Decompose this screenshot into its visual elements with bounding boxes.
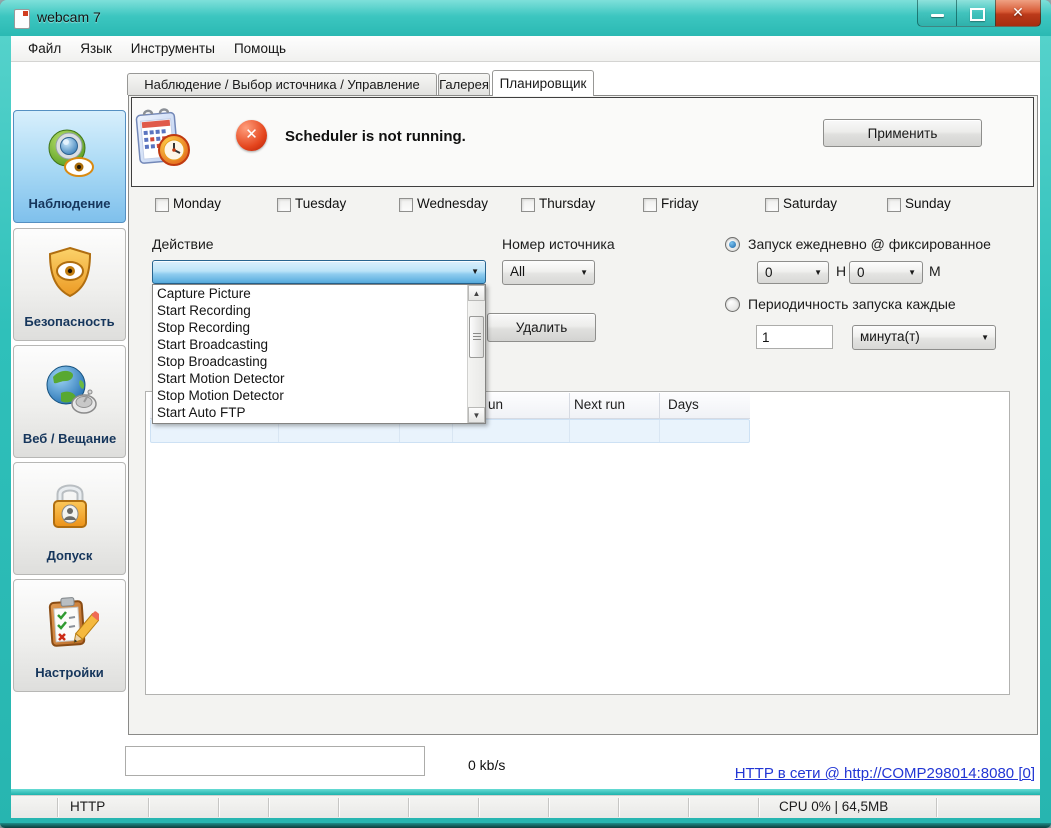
source-combobox[interactable]: All ▼ — [502, 260, 595, 285]
clipboard-pencil-icon — [48, 597, 99, 647]
status-cpu-memory: CPU 0% | 64,5MB — [779, 799, 889, 814]
dropdown-option[interactable]: Start Recording — [153, 302, 485, 319]
bandwidth-label: 0 kb/s — [468, 757, 506, 773]
dropdown-option[interactable]: Stop Broadcasting — [153, 353, 485, 370]
sidebar-item-monitoring[interactable]: Наблюдение — [13, 110, 126, 223]
delete-button[interactable]: Удалить — [487, 313, 596, 342]
tab-monitoring-source-control[interactable]: Наблюдение / Выбор источника / Управлени… — [127, 73, 437, 95]
menu-bar: Файл Язык Инструменты Помощь — [11, 36, 1040, 62]
apply-button[interactable]: Применить — [823, 119, 982, 147]
sidebar-item-label: Веб / Вещание — [22, 431, 117, 446]
column-header-next-run[interactable]: Next run — [574, 397, 625, 412]
scrollbar-thumb[interactable] — [469, 316, 484, 358]
scroll-down-icon[interactable]: ▼ — [468, 407, 485, 423]
hour-unit-label: H — [836, 263, 847, 279]
scheduler-status-message: Scheduler is not running. — [285, 128, 466, 145]
dropdown-arrow-icon: ▼ — [471, 267, 479, 277]
minimize-button[interactable] — [917, 0, 957, 27]
padlock-user-icon — [52, 484, 87, 528]
menu-tools[interactable]: Инструменты — [128, 39, 218, 58]
sidebar-item-access[interactable]: Допуск — [13, 462, 126, 575]
calendar-clock-icon — [135, 108, 190, 166]
status-protocol: HTTP — [70, 799, 106, 814]
minute-combobox[interactable]: 0 ▼ — [849, 261, 923, 284]
interval-schedule-radio[interactable] — [725, 297, 740, 312]
checkbox-icon — [765, 198, 779, 212]
sidebar-item-label: Допуск — [46, 548, 93, 563]
webcam-eye-icon — [48, 129, 94, 177]
title-bar: webcam 7 ✕ — [0, 0, 1051, 36]
interval-value-input[interactable] — [756, 325, 833, 349]
interval-schedule-label: Периодичность запуска каждые — [748, 296, 956, 312]
checkbox-icon — [887, 198, 901, 212]
daily-schedule-radio[interactable] — [725, 237, 740, 252]
sidebar-item-security[interactable]: Безопасность — [13, 228, 126, 341]
interval-unit-combobox[interactable]: минута(т) ▼ — [852, 325, 996, 350]
column-header-days[interactable]: Days — [668, 397, 699, 412]
action-combobox[interactable]: ▼ — [152, 260, 486, 284]
column-header-last-run[interactable]: un — [488, 397, 503, 412]
checkbox-icon — [277, 198, 291, 212]
maximize-icon — [970, 8, 985, 21]
footer-text-field[interactable] — [125, 746, 425, 776]
sidebar-item-label: Настройки — [35, 665, 104, 680]
menu-language[interactable]: Язык — [77, 39, 115, 58]
tab-scheduler[interactable]: Планировщик — [492, 70, 594, 96]
checkbox-icon — [643, 198, 657, 212]
sidebar-item-label: Наблюдение — [28, 196, 111, 211]
checkbox-icon — [399, 198, 413, 212]
close-button[interactable]: ✕ — [995, 0, 1041, 27]
maximize-button[interactable] — [957, 0, 995, 27]
dropdown-scrollbar[interactable]: ▲ ▼ — [467, 285, 485, 423]
checkbox-icon — [155, 198, 169, 212]
window-controls: ✕ — [917, 0, 1041, 27]
status-bar: HTTP CPU 0% | 64,5MB — [11, 795, 1040, 818]
dropdown-option[interactable]: Stop Recording — [153, 319, 485, 336]
window-bottom-edge — [0, 823, 1051, 828]
dropdown-arrow-icon: ▼ — [908, 267, 916, 277]
source-label: Номер источника — [502, 236, 615, 252]
scroll-up-icon[interactable]: ▲ — [468, 285, 485, 301]
tab-gallery[interactable]: Галерея — [438, 73, 490, 95]
dropdown-arrow-icon: ▼ — [981, 332, 989, 342]
hour-combobox[interactable]: 0 ▼ — [757, 261, 829, 284]
menu-help[interactable]: Помощь — [231, 39, 289, 58]
dropdown-option[interactable]: Capture Picture — [153, 285, 485, 302]
menu-file[interactable]: Файл — [25, 39, 64, 58]
http-server-link[interactable]: HTTP в сети @ http://COMP298014:8080 [0] — [600, 765, 1035, 782]
minimize-icon — [931, 14, 944, 17]
sidebar-item-label: Безопасность — [24, 314, 115, 329]
action-label: Действие — [152, 236, 214, 252]
window-title: webcam 7 — [37, 9, 101, 25]
dropdown-option[interactable]: Start Broadcasting — [153, 336, 485, 353]
sidebar-item-web-broadcast[interactable]: Веб / Вещание — [13, 345, 126, 458]
dropdown-option[interactable]: Start Auto FTP — [153, 404, 485, 421]
dropdown-arrow-icon: ▼ — [580, 267, 588, 277]
sidebar-item-settings[interactable]: Настройки — [13, 579, 126, 692]
dropdown-option[interactable]: Start Motion Detector — [153, 370, 485, 387]
error-icon: ✕ — [236, 120, 267, 151]
dropdown-arrow-icon: ▼ — [814, 267, 822, 277]
minute-unit-label: M — [929, 263, 941, 279]
globe-satellite-icon — [46, 365, 97, 414]
app-icon — [14, 9, 30, 29]
jobs-table: un Next run Days — [145, 391, 1010, 695]
shield-eye-icon — [48, 246, 91, 298]
daily-schedule-label: Запуск ежедневно @ фиксированное — [748, 236, 991, 252]
app-window: webcam 7 ✕ Файл Язык Инструменты Помощь — [0, 0, 1051, 828]
checkbox-icon — [521, 198, 535, 212]
action-dropdown-list: Capture Picture Start Recording Stop Rec… — [152, 284, 486, 424]
dropdown-option[interactable]: Stop Motion Detector — [153, 387, 485, 404]
close-icon: ✕ — [1012, 4, 1024, 20]
